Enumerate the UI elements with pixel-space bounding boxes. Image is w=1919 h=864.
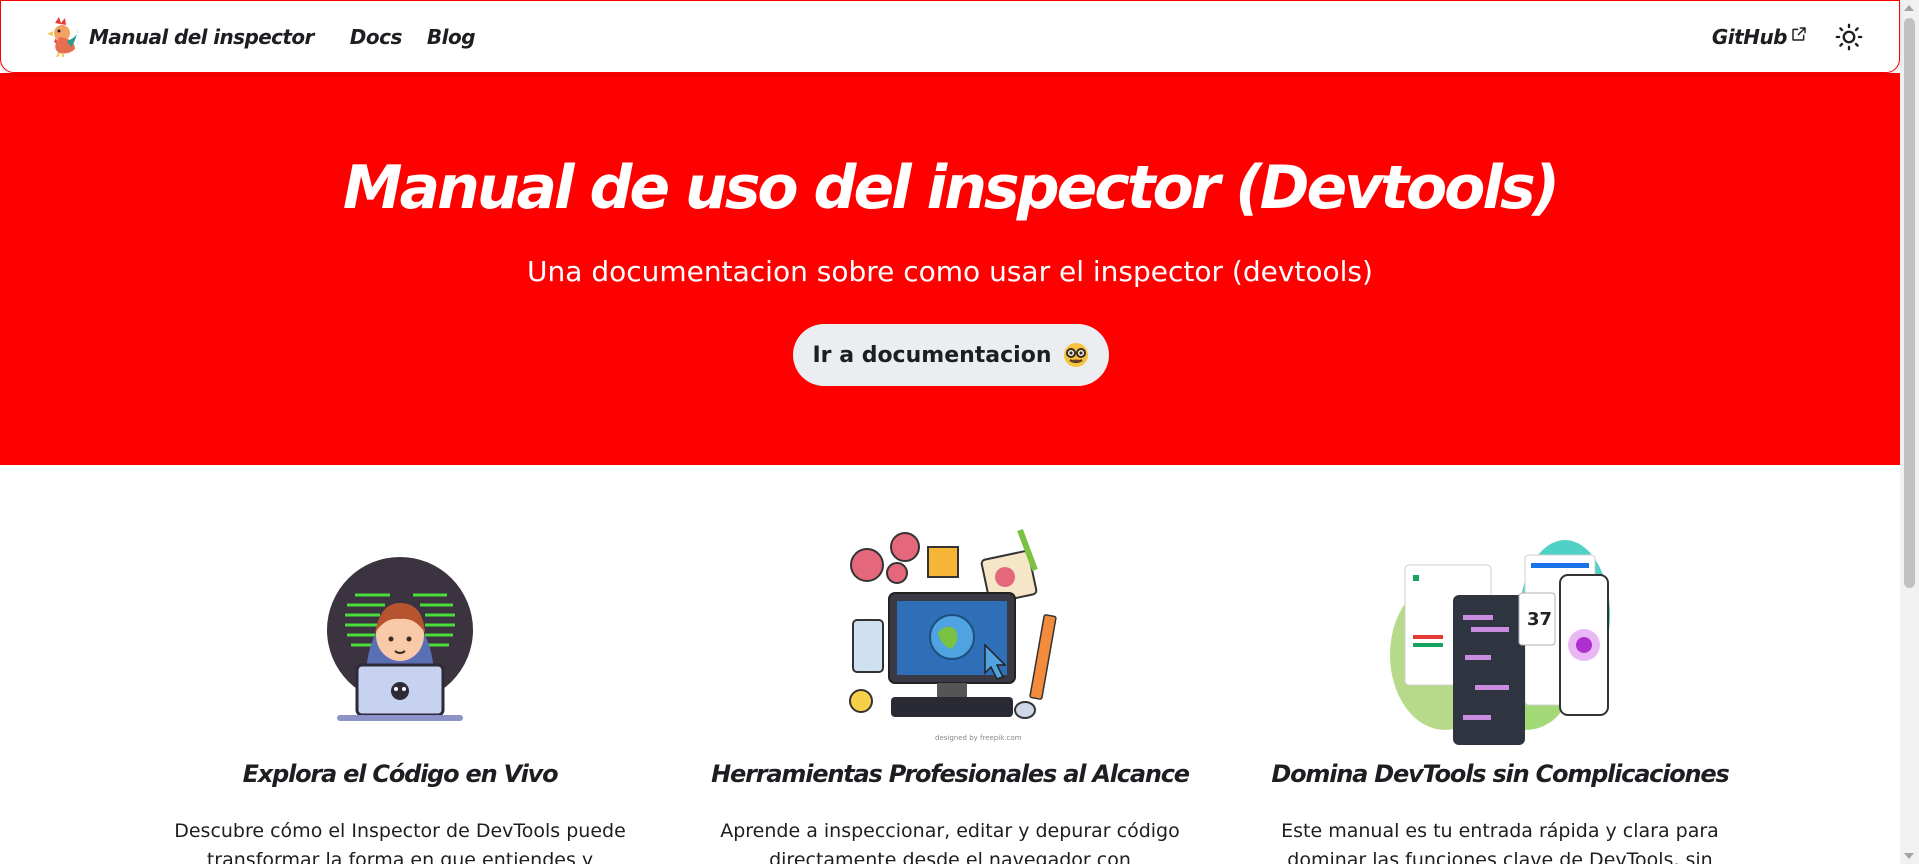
hero-banner: Manual de uso del inspector (Devtools) U…	[0, 73, 1900, 465]
navbar-right: GitHub	[1712, 17, 1869, 57]
theme-toggle-button[interactable]	[1829, 17, 1869, 57]
feature-description: Aprende a inspeccionar, editar y depurar…	[720, 820, 1180, 864]
brand-link[interactable]: Manual del inspector	[45, 16, 314, 57]
github-label: GitHub	[1711, 24, 1788, 49]
hero-subtitle: Una documentacion sobre como usar el ins…	[527, 255, 1373, 288]
feature-title: Domina DevTools sin Complicaciones	[1271, 760, 1729, 788]
hero-title: Manual de uso del inspector (Devtools)	[342, 153, 1560, 223]
rooster-logo-icon	[47, 16, 78, 57]
hacker-laptop-illustration	[327, 557, 473, 721]
computer-tools-illustration: designed by freepik.com	[849, 528, 1057, 742]
nav-link-docs[interactable]: Docs	[350, 25, 403, 49]
image-credit: designed by freepik.com	[935, 734, 1022, 742]
scroll-up-arrow-icon[interactable]	[1904, 5, 1914, 11]
scrollbar-thumb[interactable]	[1904, 18, 1915, 588]
brand-title: Manual del inspector	[89, 24, 314, 49]
nerd-face-emoji-icon	[1063, 343, 1088, 367]
page-scrollbar[interactable]	[1900, 0, 1919, 864]
github-link[interactable]: GitHub	[1712, 25, 1807, 49]
docs-cta-button[interactable]: Ir a documentacion	[793, 324, 1109, 386]
scroll-down-arrow-icon[interactable]	[1904, 853, 1914, 859]
nav-link-blog[interactable]: Blog	[427, 25, 476, 49]
features-section: Explora el Código en Vivo Descubre cómo …	[0, 465, 1900, 864]
sun-icon	[1835, 23, 1863, 50]
docs-cta-label: Ir a documentacion	[812, 342, 1052, 368]
feature-description: Descubre cómo el Inspector de DevTools p…	[174, 820, 626, 864]
feature-description: Este manual es tu entrada rápida y clara…	[1281, 820, 1719, 864]
external-link-icon	[1792, 26, 1806, 41]
feature-title: Explora el Código en Vivo	[242, 760, 559, 788]
navbar: Manual del inspector Docs Blog GitHub	[0, 0, 1900, 73]
devtools-panels-illustration: 37	[1390, 540, 1610, 745]
illustration-number: 37	[1527, 609, 1552, 630]
feature-title: Herramientas Profesionales al Alcance	[711, 760, 1190, 788]
